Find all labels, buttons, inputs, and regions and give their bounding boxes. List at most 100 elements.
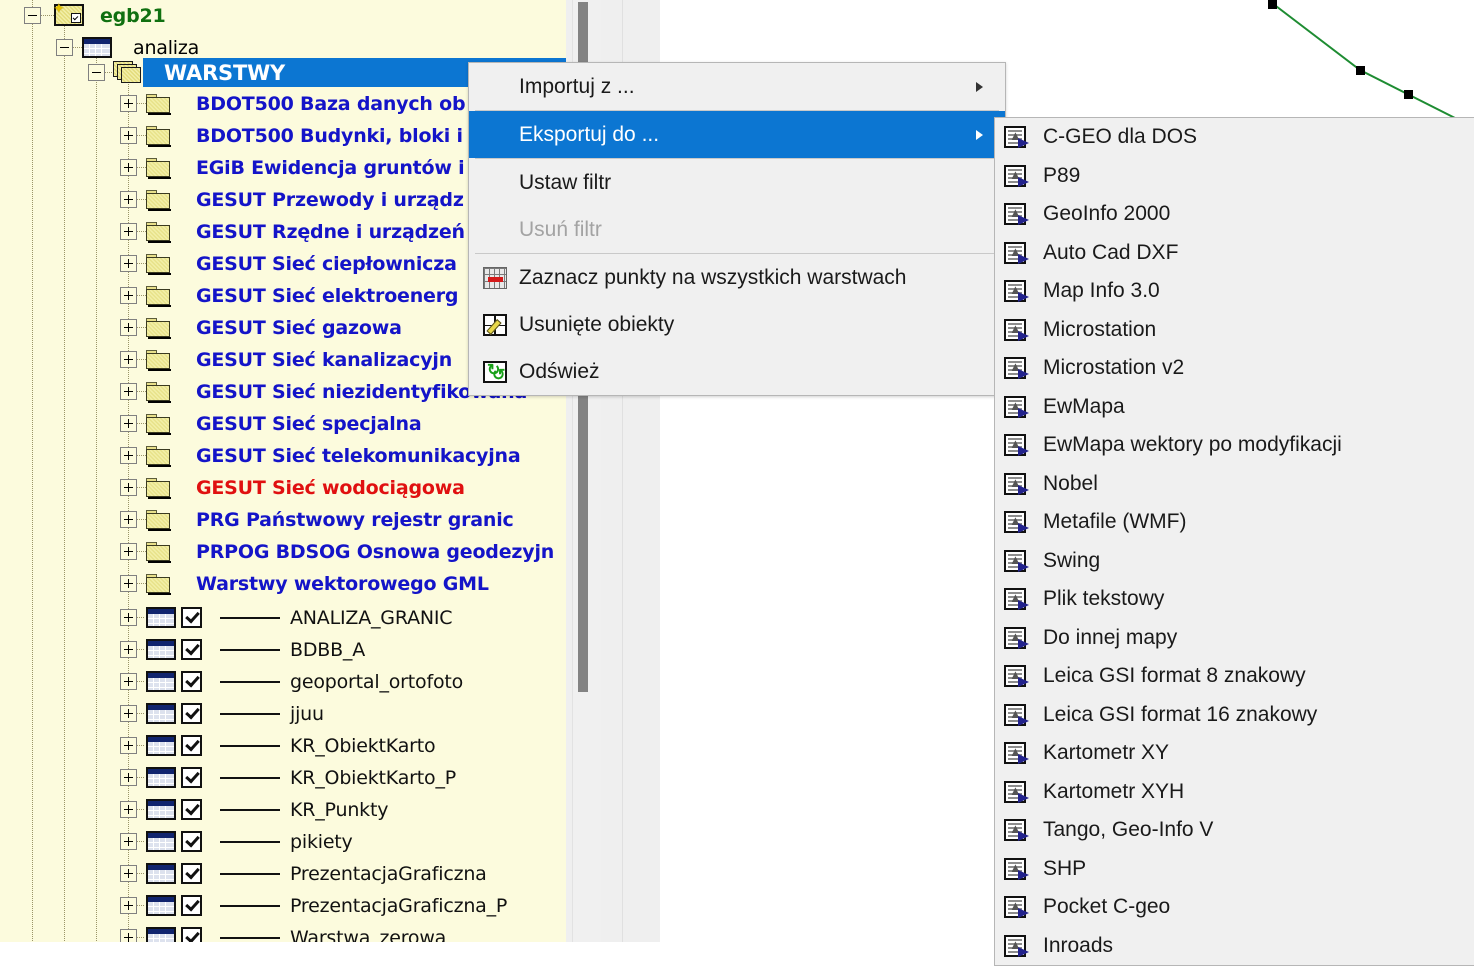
submenu-item-label: SHP: [1043, 856, 1087, 880]
tree-row-layer[interactable]: jjuu: [0, 698, 566, 730]
tree-row-root[interactable]: ✦ egb21: [0, 0, 566, 32]
tree-row-folder[interactable]: GESUT Sieć wodociągowa: [0, 472, 566, 504]
line-style-sample: [220, 713, 280, 715]
layer-visibility-checkbox[interactable]: [181, 927, 202, 942]
expand-toggle-layer[interactable]: [120, 833, 137, 850]
layer-visibility-checkbox[interactable]: [181, 607, 202, 628]
tree-connector: [137, 681, 145, 682]
expand-toggle-layer[interactable]: [120, 609, 137, 626]
expand-toggle-layer[interactable]: [120, 641, 137, 658]
submenu-item[interactable]: ▲ Microstation: [995, 311, 1474, 350]
layer-visibility-checkbox[interactable]: [181, 639, 202, 660]
tree-row-layer[interactable]: PrezentacjaGraficzna: [0, 858, 566, 890]
layer-visibility-checkbox[interactable]: [181, 799, 202, 820]
expand-toggle-layer[interactable]: [120, 737, 137, 754]
submenu-item[interactable]: ▲ Kartometr XY: [995, 734, 1474, 773]
layer-visibility-checkbox[interactable]: [181, 863, 202, 884]
expand-toggle-folder[interactable]: [120, 479, 137, 496]
layer-visibility-checkbox[interactable]: [181, 703, 202, 724]
context-menu[interactable]: Importuj z ... Eksportuj do ... Ustaw filt…: [468, 62, 1006, 396]
submenu-item[interactable]: ▲ Map Info 3.0: [995, 272, 1474, 311]
expand-toggle-folder[interactable]: [120, 319, 137, 336]
expand-toggle-folder[interactable]: [120, 159, 137, 176]
context-menu-item[interactable]: ↻ ↺ Odśwież: [469, 348, 1005, 395]
tree-row-layer[interactable]: KR_ObiektKarto: [0, 730, 566, 762]
layer-visibility-checkbox[interactable]: [181, 735, 202, 756]
context-menu-item[interactable]: Zaznacz punkty na wszystkich warstwach: [469, 254, 1005, 301]
expand-toggle-folder[interactable]: [120, 191, 137, 208]
tree-row-layer[interactable]: pikiety: [0, 826, 566, 858]
submenu-item[interactable]: ▲ P89: [995, 157, 1474, 196]
tree-row-folder[interactable]: GESUT Sieć specjalna: [0, 408, 566, 440]
tree-label-warstwy: WARSTWY: [164, 61, 286, 85]
expand-toggle-layer[interactable]: [120, 897, 137, 914]
submenu-item[interactable]: ▲ GeoInfo 2000: [995, 195, 1474, 234]
expand-toggle-layer[interactable]: [120, 769, 137, 786]
submenu-item[interactable]: ▲ Auto Cad DXF: [995, 234, 1474, 273]
tree-row-layer[interactable]: ANALIZA_GRANIC: [0, 602, 566, 634]
tree-row-folder[interactable]: GESUT Sieć telekomunikacyjna: [0, 440, 566, 472]
context-menu-item[interactable]: Usunięte obiekty: [469, 301, 1005, 348]
expand-toggle-layer[interactable]: [120, 673, 137, 690]
tree-row-layer[interactable]: KR_Punkty: [0, 794, 566, 826]
expand-toggle-layer[interactable]: [120, 929, 137, 942]
submenu-item[interactable]: ▲ Swing: [995, 542, 1474, 581]
collapse-toggle-analiza[interactable]: [56, 39, 73, 56]
expand-toggle-folder[interactable]: [120, 543, 137, 560]
submenu-item[interactable]: ▲ Inroads: [995, 927, 1474, 966]
line-style-sample: [220, 841, 280, 843]
tree-row-layer[interactable]: KR_ObiektKarto_P: [0, 762, 566, 794]
submenu-item[interactable]: ▲ Metafile (WMF): [995, 503, 1474, 542]
expand-toggle-folder[interactable]: [120, 415, 137, 432]
tree-row-layer[interactable]: geoportal_ortofoto: [0, 666, 566, 698]
layer-visibility-checkbox[interactable]: [181, 767, 202, 788]
tree-row-folder[interactable]: Warstwy wektorowego GML: [0, 568, 566, 600]
expand-toggle-folder[interactable]: [120, 575, 137, 592]
expand-toggle-layer[interactable]: [120, 801, 137, 818]
submenu-item[interactable]: ▲ Plik tekstowy: [995, 580, 1474, 619]
context-menu-item-label: Zaznacz punkty na wszystkich warstwach: [519, 266, 907, 289]
context-menu-item[interactable]: Eksportuj do ...: [469, 111, 1005, 158]
tree-row-folder[interactable]: PRG Państwowy rejestr granic: [0, 504, 566, 536]
layer-visibility-checkbox[interactable]: [181, 831, 202, 852]
submenu-item[interactable]: ▲ SHP: [995, 850, 1474, 889]
tree-label-folder: GESUT Rzędne i urządzeń: [196, 221, 465, 243]
tree-row-folder[interactable]: PRPOG BDSOG Osnowa geodezyjn: [0, 536, 566, 568]
select-points-icon: [483, 266, 507, 289]
tree-row-layer[interactable]: Warstwa_zerowa: [0, 922, 566, 942]
submenu-item[interactable]: ▲ EwMapa wektory po modyfikacji: [995, 426, 1474, 465]
collapse-toggle-warstwy[interactable]: [88, 64, 105, 81]
expand-toggle-layer[interactable]: [120, 865, 137, 882]
expand-toggle-folder[interactable]: [120, 127, 137, 144]
expand-toggle-folder[interactable]: [120, 255, 137, 272]
tree-row-layer[interactable]: PrezentacjaGraficzna_P: [0, 890, 566, 922]
tree-label-folder: GESUT Sieć specjalna: [196, 413, 422, 435]
submenu-item-label: Plik tekstowy: [1043, 587, 1165, 610]
submenu-item[interactable]: ▲ Leica GSI format 8 znakowy: [995, 657, 1474, 696]
expand-toggle-layer[interactable]: [120, 705, 137, 722]
submenu-item[interactable]: ▲ EwMapa: [995, 388, 1474, 427]
layer-visibility-checkbox[interactable]: [181, 671, 202, 692]
expand-toggle-folder[interactable]: [120, 223, 137, 240]
expand-toggle-folder[interactable]: [120, 511, 137, 528]
submenu-item[interactable]: ▲ Kartometr XYH: [995, 773, 1474, 812]
export-submenu[interactable]: ▲ C-GEO dla DOS ▲ P89 ▲ GeoInfo 2000 ▲ Auto Cad…: [994, 117, 1474, 966]
expand-toggle-folder[interactable]: [120, 383, 137, 400]
expand-toggle-folder[interactable]: [120, 287, 137, 304]
submenu-item[interactable]: ▲ Tango, Geo-Info V: [995, 811, 1474, 850]
expand-toggle-folder[interactable]: [120, 95, 137, 112]
submenu-item[interactable]: ▲ Microstation v2: [995, 349, 1474, 388]
context-menu-item[interactable]: Ustaw filtr: [469, 159, 1005, 206]
expand-toggle-folder[interactable]: [120, 447, 137, 464]
submenu-item[interactable]: ▲ Do innej mapy: [995, 619, 1474, 658]
layer-visibility-checkbox[interactable]: [181, 895, 202, 916]
tree-row-layer[interactable]: BDBB_A: [0, 634, 566, 666]
submenu-item[interactable]: ▲ Leica GSI format 16 znakowy: [995, 696, 1474, 735]
export-format-icon: ▲: [1004, 318, 1029, 341]
context-menu-item[interactable]: Importuj z ...: [469, 63, 1005, 110]
submenu-item[interactable]: ▲ Nobel: [995, 465, 1474, 504]
expand-toggle-folder[interactable]: [120, 351, 137, 368]
collapse-toggle-root[interactable]: [24, 7, 41, 24]
submenu-item[interactable]: ▲ Pocket C-geo: [995, 888, 1474, 927]
submenu-item[interactable]: ▲ C-GEO dla DOS: [995, 118, 1474, 157]
